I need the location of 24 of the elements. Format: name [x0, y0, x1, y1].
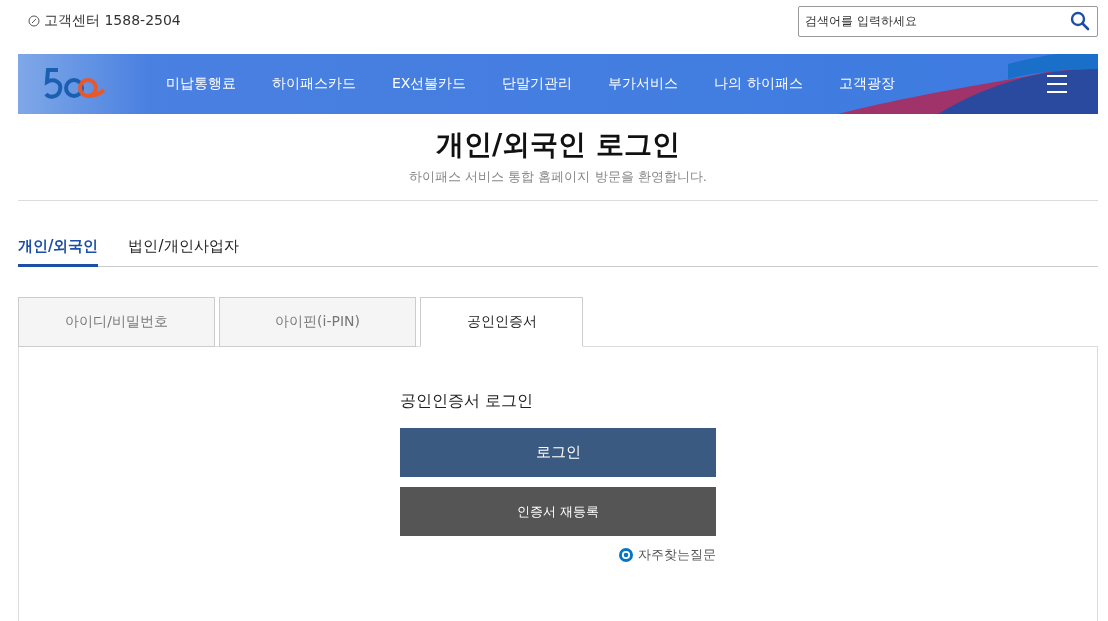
nav-link[interactable]: 나의 하이패스: [714, 75, 803, 93]
nav-link[interactable]: 고객광장: [838, 75, 895, 93]
nav-link[interactable]: 하이패스카드: [272, 75, 356, 93]
reregister-button[interactable]: 인증서 재등록: [400, 487, 716, 536]
login-button[interactable]: 로그인: [400, 428, 716, 477]
search-field[interactable]: 검색어를 입력하세요: [798, 5, 1098, 37]
panel-heading: 공인인증서 로그인: [400, 391, 535, 412]
page-subtitle: 하이패스 서비스 통합 홈페이지 방문을 환영합니다.: [408, 168, 708, 186]
search-icon[interactable]: [1070, 10, 1090, 31]
phone-icon: [28, 15, 40, 27]
login-method-tab[interactable]: 아이디/비밀번호: [18, 297, 215, 347]
menu-icon[interactable]: [1046, 74, 1068, 94]
login-method-tab[interactable]: 공인인증서: [420, 297, 583, 347]
nav-link[interactable]: 단말기관리: [502, 75, 573, 93]
nav-link[interactable]: EX선불카드: [392, 75, 467, 93]
q-icon: [619, 548, 633, 562]
user-type-tab[interactable]: 법인/개인사업자: [128, 237, 239, 267]
page-title: 개인/외국인 로그인: [435, 127, 681, 163]
nav-link[interactable]: 부가서비스: [608, 75, 679, 93]
user-type-tab[interactable]: 개인/외국인: [18, 237, 99, 267]
faq-link[interactable]: 자주찾는질문: [638, 546, 716, 564]
nav-link[interactable]: 미납통행료: [166, 75, 236, 93]
login-method-tab[interactable]: 아이핀(i-PIN): [219, 297, 416, 347]
customer-center-phone: 고객센터 1588-2504: [44, 12, 181, 30]
